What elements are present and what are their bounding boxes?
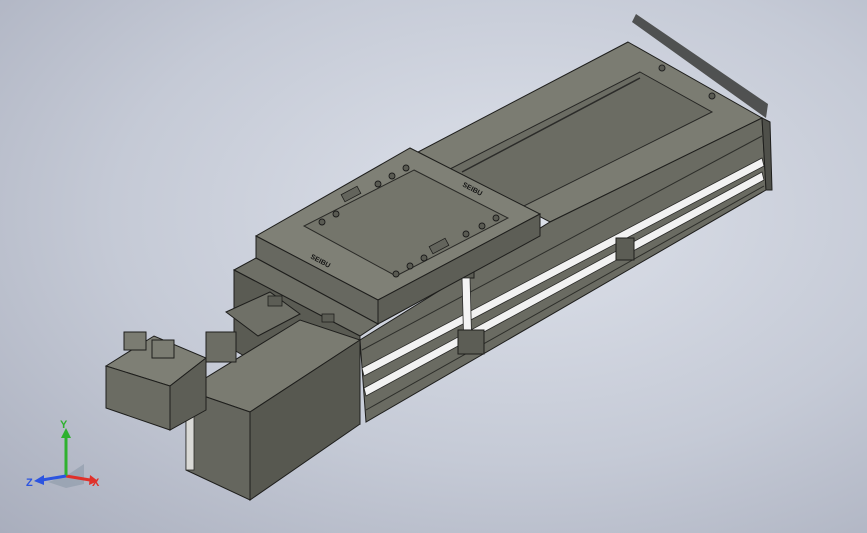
z-axis-arrow (34, 475, 44, 485)
top-screw-1 (658, 64, 666, 72)
motor-mount (205, 331, 237, 363)
connector-2 (151, 339, 175, 359)
x-axis-label: X (92, 477, 100, 489)
y-axis-label: Y (60, 419, 68, 431)
top-screw-2 (708, 92, 716, 100)
connector-1 (123, 331, 147, 351)
small-clip (267, 295, 283, 307)
small-clip-2 (321, 313, 335, 323)
linear-actuator-model[interactable]: SEIBU SEIBU (0, 0, 867, 533)
side-clamp (615, 237, 635, 261)
cable-clip-lower (457, 329, 485, 355)
orientation-triad[interactable]: X Y Z (24, 418, 114, 498)
z-axis-label: Z (26, 477, 33, 489)
cad-viewport[interactable]: SEIBU SEIBU X Y Z (0, 0, 867, 533)
